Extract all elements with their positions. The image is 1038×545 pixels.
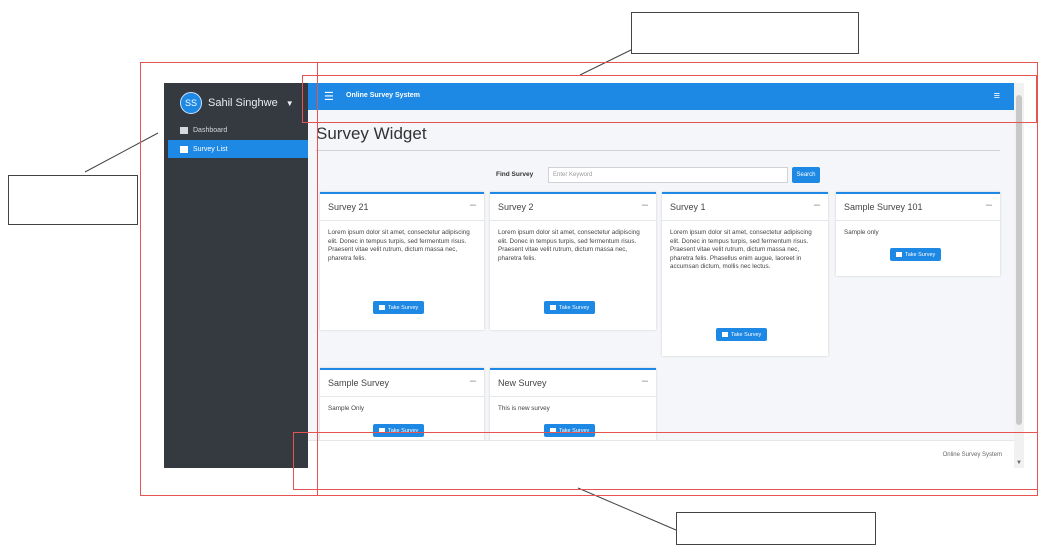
survey-icon xyxy=(722,332,728,337)
card-body: Sample Only xyxy=(328,405,365,412)
survey-card: Survey 21 – Lorem ipsum dolor sit amet, … xyxy=(320,192,484,330)
survey-card: New Survey – This is new survey Take Sur… xyxy=(490,368,656,442)
footer: Online Survey System xyxy=(308,440,1014,468)
left-callout-box xyxy=(8,175,138,225)
user-name: Sahil Singhwe xyxy=(208,97,278,109)
take-survey-button[interactable]: Take Survey xyxy=(544,301,596,314)
footer-text: Online Survey System xyxy=(942,452,1002,458)
card-header: Sample Survey – xyxy=(320,370,484,397)
take-survey-label: Take Survey xyxy=(388,427,419,434)
take-survey-label: Take Survey xyxy=(388,304,419,311)
survey-icon xyxy=(550,428,556,433)
take-survey-label: Take Survey xyxy=(905,251,936,258)
card-header: Survey 1 – xyxy=(662,194,828,221)
top-callout-box xyxy=(631,12,859,54)
menu-icon[interactable]: ≡ xyxy=(994,90,1000,102)
sidebar: SS Sahil Singhwe ▼ Dashboard Survey List xyxy=(164,83,308,468)
card-title: Survey 21 xyxy=(328,202,369,212)
take-survey-button[interactable]: Take Survey xyxy=(890,248,942,261)
collapse-icon[interactable]: – xyxy=(470,199,476,211)
search-button[interactable]: Search xyxy=(792,167,820,183)
take-survey-label: Take Survey xyxy=(731,331,762,338)
survey-card: Survey 2 – Lorem ipsum dolor sit amet, c… xyxy=(490,192,656,330)
card-header: Survey 2 – xyxy=(490,194,656,221)
survey-card: Sample Survey – Sample Only Take Survey xyxy=(320,368,484,442)
take-survey-button[interactable]: Take Survey xyxy=(716,328,768,341)
card-title: New Survey xyxy=(498,378,547,388)
bottom-callout-line xyxy=(577,487,677,531)
search-input[interactable]: Enter Keyword xyxy=(548,167,788,183)
scrollbar[interactable]: ▼ xyxy=(1014,83,1024,468)
take-survey-button[interactable]: Take Survey xyxy=(373,301,425,314)
card-title: Sample Survey xyxy=(328,378,390,388)
main-content: Survey Widget Find Survey Enter Keyword … xyxy=(308,110,1014,442)
survey-icon xyxy=(379,305,385,310)
dashboard-icon xyxy=(180,126,188,134)
survey-icon xyxy=(379,428,385,433)
card-title: Survey 1 xyxy=(670,202,706,212)
hamburger-icon[interactable]: ☰ xyxy=(324,90,334,103)
card-body: Lorem ipsum dolor sit amet, consectetur … xyxy=(670,229,812,270)
card-header: Survey 21 – xyxy=(320,194,484,221)
survey-icon xyxy=(896,252,902,257)
collapse-icon[interactable]: – xyxy=(642,375,648,387)
take-survey-button[interactable]: Take Survey xyxy=(544,424,596,437)
card-title: Sample Survey 101 xyxy=(844,202,923,212)
top-navbar: ☰ Online Survey System ≡ xyxy=(308,83,1014,110)
take-survey-label: Take Survey xyxy=(559,427,590,434)
survey-card: Survey 1 – Lorem ipsum dolor sit amet, c… xyxy=(662,192,828,356)
app-name: Online Survey System xyxy=(346,92,420,99)
collapse-icon[interactable]: – xyxy=(986,199,992,211)
user-menu[interactable]: SS Sahil Singhwe ▼ xyxy=(180,92,294,114)
left-callout-line xyxy=(84,132,159,173)
collapse-icon[interactable]: – xyxy=(470,375,476,387)
top-callout-line xyxy=(579,47,636,76)
sidebar-item-label: Dashboard xyxy=(193,126,228,134)
card-header: Sample Survey 101 – xyxy=(836,194,1000,221)
find-survey-label: Find Survey xyxy=(496,171,534,178)
avatar: SS xyxy=(180,92,202,114)
page-title: Survey Widget xyxy=(316,124,427,143)
card-body: Lorem ipsum dolor sit amet, consectetur … xyxy=(498,229,640,262)
sidebar-item-dashboard[interactable]: Dashboard xyxy=(168,121,308,139)
card-body: Lorem ipsum dolor sit amet, consectetur … xyxy=(328,229,470,262)
card-header: New Survey – xyxy=(490,370,656,397)
survey-card: Sample Survey 101 – Sample only Take Sur… xyxy=(836,192,1000,276)
collapse-icon[interactable]: – xyxy=(814,199,820,211)
title-divider xyxy=(316,150,1000,151)
card-body: This is new survey xyxy=(498,405,550,412)
sidebar-item-label: Survey List xyxy=(193,145,228,153)
scrollbar-thumb[interactable] xyxy=(1016,95,1022,425)
caret-down-icon: ▼ xyxy=(285,98,294,108)
scroll-down-icon[interactable]: ▼ xyxy=(1016,460,1022,466)
collapse-icon[interactable]: – xyxy=(642,199,648,211)
take-survey-button[interactable]: Take Survey xyxy=(373,424,425,437)
card-body: Sample only xyxy=(844,229,879,236)
sidebar-item-survey-list[interactable]: Survey List xyxy=(168,140,308,158)
bottom-callout-box xyxy=(676,512,876,545)
survey-icon xyxy=(550,305,556,310)
list-icon xyxy=(180,145,188,153)
card-title: Survey 2 xyxy=(498,202,534,212)
take-survey-label: Take Survey xyxy=(559,304,590,311)
